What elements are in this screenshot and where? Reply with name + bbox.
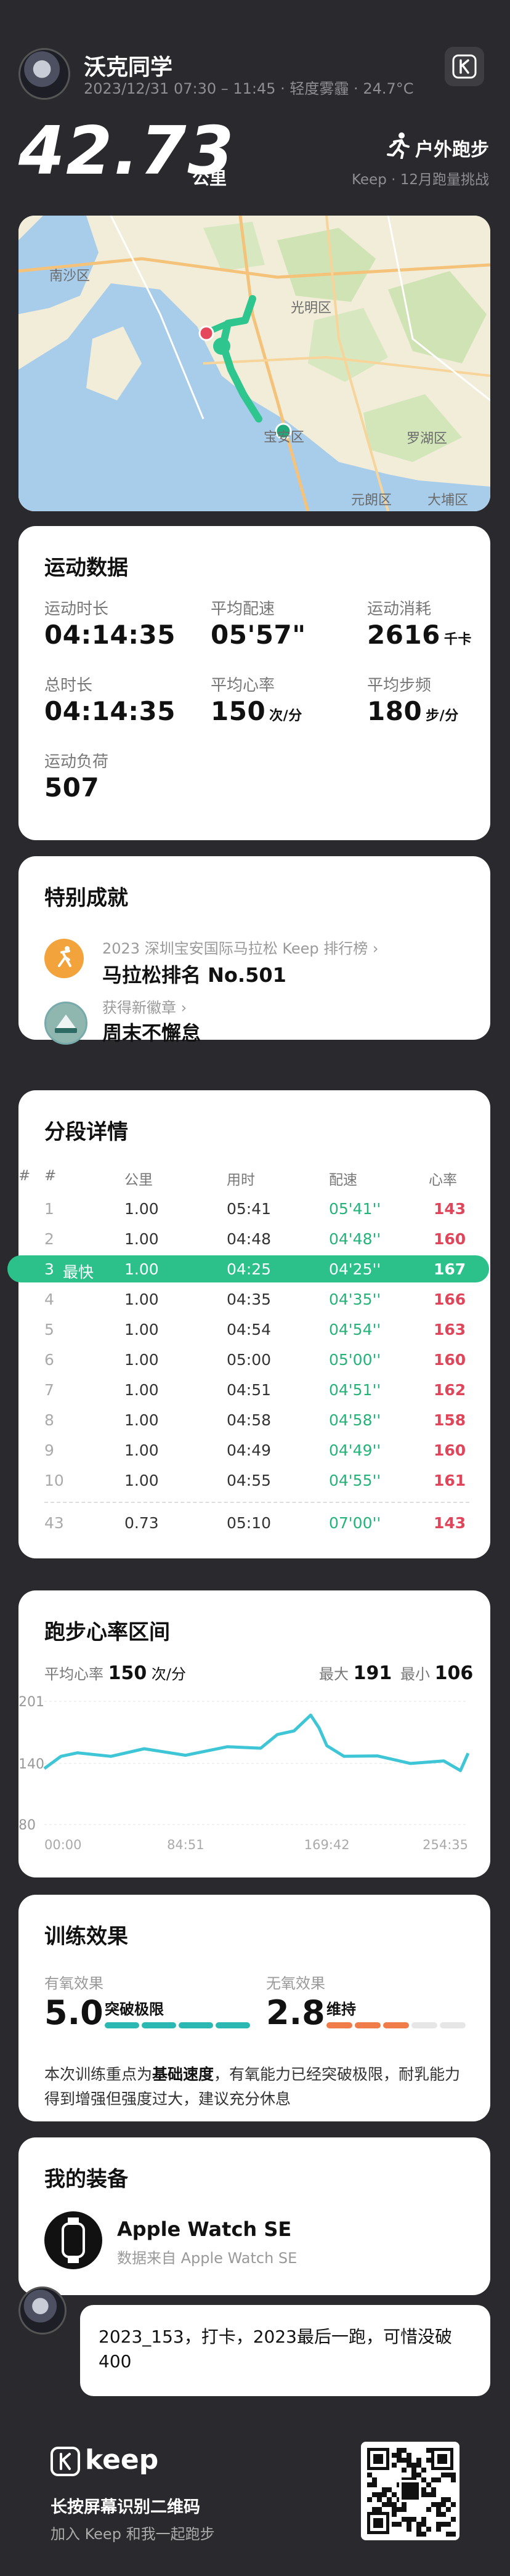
hr-series-line xyxy=(43,1713,470,1772)
splits-header-hr: 心率 xyxy=(429,1172,457,1188)
table-row: 8 1.00 04:58 04'58'' 158 xyxy=(44,1411,466,1429)
stat-label: 平均步频 xyxy=(367,676,432,695)
map-label: 光明区 xyxy=(291,301,332,316)
distance-unit: 公里 xyxy=(192,168,227,188)
stat-label: 运动时长 xyxy=(44,600,109,618)
splits-header-pace: 配速 xyxy=(329,1172,357,1188)
anaerobic-label: 无氧效果 xyxy=(266,1975,325,1992)
stat-calories: 2616 千卡 xyxy=(367,620,472,650)
card-title: 我的装备 xyxy=(44,2167,128,2192)
hr-avg: 平均心率 150 次/分 xyxy=(44,1663,186,1684)
brand-name: keep xyxy=(85,2444,159,2476)
table-row: 5 1.00 04:54 04'54'' 163 xyxy=(44,1321,466,1339)
stat-avg-pace: 05'57" xyxy=(211,620,306,650)
table-row: 7 1.00 04:51 04'51'' 162 xyxy=(44,1381,466,1399)
comment-avatar[interactable] xyxy=(18,2286,67,2335)
table-row: 2 1.00 04:48 04'48'' 160 xyxy=(44,1230,466,1248)
aerobic-bar xyxy=(105,2020,253,2032)
user-avatar[interactable] xyxy=(18,48,70,100)
stat-load: 507 xyxy=(44,772,100,803)
marathon-medal-icon xyxy=(44,939,84,978)
footer-scan-text: 长按屏幕识别二维码 xyxy=(51,2498,200,2517)
anaerobic-tag: 维持 xyxy=(326,2001,356,2018)
map-label: 宝安区 xyxy=(264,430,305,445)
stat-label: 总时长 xyxy=(44,676,93,695)
route-map[interactable]: 南沙区 光明区 宝安区 罗湖区 元朗区 大埔区 xyxy=(18,216,490,511)
map-label: 南沙区 xyxy=(49,269,91,284)
hr-x-tick: 00:00 xyxy=(44,1837,82,1852)
card-title: 训练效果 xyxy=(44,1924,128,1949)
sport-type: 户外跑步 xyxy=(415,139,489,161)
card-title: 跑步心率区间 xyxy=(44,1620,170,1645)
marathon-rank: 马拉松排名 No.501 xyxy=(102,963,286,987)
table-row-last: 43 0.73 05:10 07'00'' 143 xyxy=(44,1514,466,1532)
keep-k-icon xyxy=(452,54,477,79)
card-title: 运动数据 xyxy=(44,556,128,580)
card-title: 分段详情 xyxy=(44,1120,128,1144)
table-row: 10 1.00 04:55 04'55'' 161 xyxy=(44,1472,466,1489)
card-title: 特别成就 xyxy=(44,886,128,910)
table-row: 3 最快 1.00 04:25 04'25'' 167 xyxy=(7,1255,489,1282)
new-badge-link[interactable]: 获得新徽章 › xyxy=(102,995,187,1017)
stat-label: 运动负荷 xyxy=(44,753,109,771)
hr-x-tick: 84:51 xyxy=(167,1837,204,1852)
hr-y-tick: 201 xyxy=(18,1695,44,1710)
badge-icon xyxy=(44,1002,87,1045)
hr-x-tick: 169:42 xyxy=(304,1837,350,1852)
challenge-label[interactable]: Keep · 12月跑量挑战 xyxy=(352,168,489,188)
hr-x-tick: 254:35 xyxy=(423,1837,468,1852)
achievements-card: 特别成就 2023 深圳宝安国际马拉松 Keep 排行榜 › 马拉松排名 No.… xyxy=(18,856,490,1045)
map-label: 罗湖区 xyxy=(407,431,448,447)
comment-bubble: 2023_153，打卡，2023最后一跑，可惜没破400 xyxy=(80,2305,490,2396)
stat-cadence: 180 步/分 xyxy=(367,696,459,726)
aerobic-label: 有氧效果 xyxy=(44,1975,103,1992)
stats-card: 运动数据 运动时长 04:14:35 平均配速 05'57" 运动消耗 2616… xyxy=(18,526,490,840)
stat-label: 运动消耗 xyxy=(367,600,432,618)
stat-label: 平均配速 xyxy=(211,600,275,618)
hr-y-tick: 140 xyxy=(18,1757,44,1772)
watch-icon xyxy=(44,2211,102,2269)
keep-logo-button[interactable] xyxy=(445,47,484,86)
table-row: 9 1.00 04:49 04'49'' 160 xyxy=(44,1441,466,1459)
ranking-source-link[interactable]: 2023 深圳宝安国际马拉松 Keep 排行榜 › xyxy=(102,936,379,958)
heart-rate-card: 跑步心率区间 平均心率 150 次/分 最大 191 最小 106 201 140… xyxy=(18,1590,490,1877)
running-icon xyxy=(387,132,410,159)
anaerobic-value: 2.8 xyxy=(266,1993,325,2032)
hr-y-tick: 80 xyxy=(18,1818,36,1833)
aerobic-value: 5.0 xyxy=(44,1993,103,2032)
gear-source: 数据来自 Apple Watch SE xyxy=(117,2250,298,2267)
splits-header-km: 公里 xyxy=(124,1172,153,1188)
splits-card: 分段详情 # # 公里 用时 配速 心率 1 1.00 05:41 05'41'' 14… xyxy=(7,1090,490,1558)
table-row: 6 1.00 05:00 05'00'' 160 xyxy=(44,1351,466,1369)
gear-name: Apple Watch SE xyxy=(117,2218,292,2241)
map-label: 元朗区 xyxy=(351,493,392,508)
stat-total-time: 04:14:35 xyxy=(44,696,176,726)
splits-header-time: 用时 xyxy=(227,1172,255,1188)
activity-meta: 2023/12/31 07:30 – 11:45 · 轻度雾霾 · 24.7°C xyxy=(84,80,414,97)
splits-divider xyxy=(44,1502,469,1503)
gear-card[interactable]: 我的装备 Apple Watch SE 数据来自 Apple Watch SE xyxy=(18,2137,490,2295)
badge-name: 周末不懈怠 xyxy=(102,1021,201,1045)
training-card: 训练效果 有氧效果 5.0 突破极限 无氧效果 2.8 维持 本次训练重点为基础… xyxy=(18,1895,490,2121)
splits-header-index: # xyxy=(44,1168,57,1184)
aerobic-tag: 突破极限 xyxy=(105,2001,164,2018)
table-row: 4 1.00 04:35 04'35'' 166 xyxy=(44,1290,466,1308)
stat-duration: 04:14:35 xyxy=(44,620,176,650)
qr-code[interactable] xyxy=(361,2442,459,2540)
hr-max: 最大 191 xyxy=(319,1663,392,1684)
heart-rate-chart[interactable]: 201 140 80 00:00 84:51 169:42 254:35 xyxy=(18,1689,490,1874)
training-description: 本次训练重点为基础速度，有氧能力已经突破极限，耐乳能力得到增强但强度过大，建议充… xyxy=(44,2065,461,2108)
keep-logo: keep xyxy=(51,2444,168,2481)
comment-text: 2023_153，打卡，2023最后一跑，可惜没破400 xyxy=(99,2327,452,2371)
stat-avg-hr: 150 次/分 xyxy=(211,696,302,726)
hr-min: 最小 106 xyxy=(400,1663,474,1684)
footer-join-text: 加入 Keep 和我一起跑步 xyxy=(51,2525,215,2543)
stat-label: 平均心率 xyxy=(211,676,275,695)
map-canvas xyxy=(18,216,490,511)
anaerobic-bar xyxy=(326,2020,474,2032)
map-label: 大埔区 xyxy=(427,493,469,508)
table-row: 1 1.00 05:41 05'41'' 143 xyxy=(44,1200,466,1218)
